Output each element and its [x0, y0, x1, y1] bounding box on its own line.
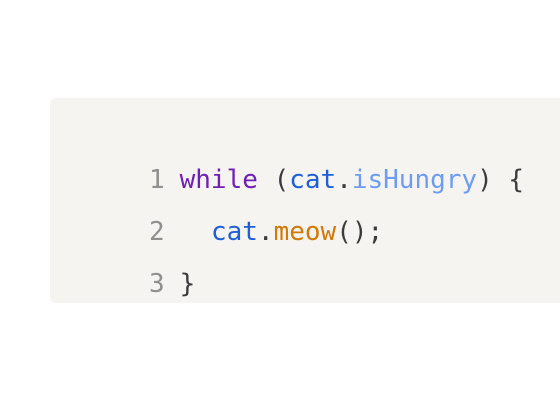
call-parens: ();	[336, 217, 384, 247]
line-number: 3	[148, 269, 165, 299]
code-block: 1 while (cat.isHungry) { 2 cat.meow(); 3}	[50, 98, 560, 303]
open-brace: {	[492, 165, 525, 195]
dot: .	[257, 217, 274, 247]
close-brace: }	[179, 269, 196, 299]
close-paren: )	[477, 165, 493, 195]
code-line-2: 2 cat.meow();	[50, 184, 383, 247]
method-meow: meow	[273, 217, 337, 247]
code-line-1: 1 while (cat.isHungry) {	[50, 132, 524, 195]
code-line-3: 3}	[50, 236, 195, 299]
variable-cat: cat	[210, 217, 258, 247]
